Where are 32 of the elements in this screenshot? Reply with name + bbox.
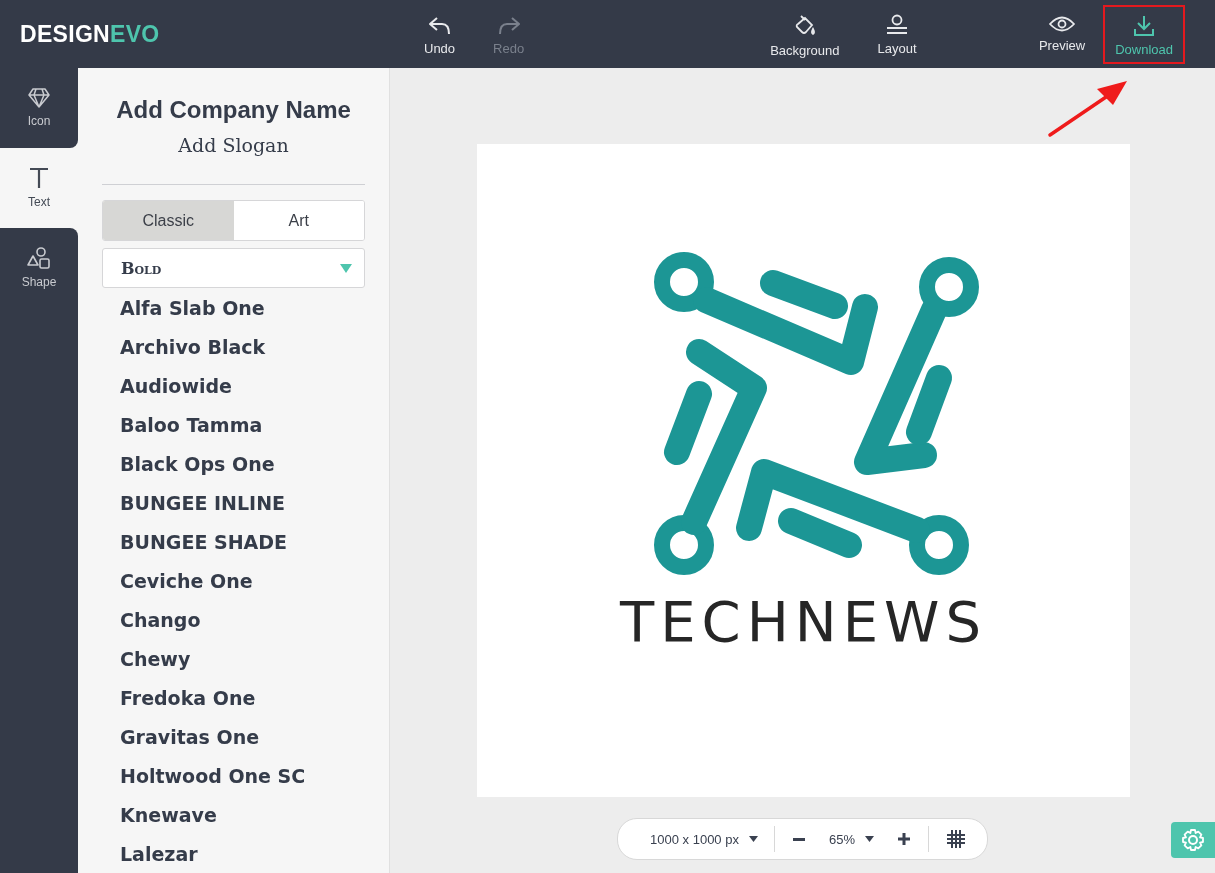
font-option[interactable]: Fredoka One (120, 678, 365, 717)
font-option[interactable]: Audiowide (120, 366, 365, 405)
zoom-dropdown[interactable]: 65% (822, 827, 880, 851)
font-option[interactable]: Lalezar (120, 834, 365, 873)
font-option[interactable]: Knewave (120, 795, 365, 834)
download-button[interactable]: Download (1103, 4, 1185, 64)
font-option[interactable]: Chango (120, 600, 365, 639)
font-option[interactable]: Gravitas One (120, 717, 365, 756)
preview-button[interactable]: Preview (1026, 4, 1098, 60)
font-option[interactable]: Black Ops One (120, 444, 365, 483)
background-button[interactable]: Background (758, 3, 852, 65)
font-style-tab[interactable]: Classic (103, 201, 234, 240)
logo-text: DESIGN (20, 20, 110, 47)
shape-tab[interactable]: Shape (0, 228, 78, 308)
font-option[interactable]: BUNGEE INLINE (120, 483, 365, 522)
font-option[interactable]: Holtwood One SC (120, 756, 365, 795)
font-option[interactable]: Alfa Slab One (120, 288, 365, 327)
font-option[interactable]: Chewy (120, 639, 365, 678)
font-option[interactable]: Baloo Tamma (120, 405, 365, 444)
company-name-button[interactable]: Add Company Name (102, 96, 365, 124)
category-dropdown[interactable]: Bold (102, 248, 365, 288)
font-option[interactable]: BUNGEE SHADE (120, 522, 365, 561)
layout-button[interactable]: Layout (865, 3, 929, 65)
logo-text-accent: EVO (110, 20, 160, 47)
size-dropdown[interactable]: 1000 x 1000 px (644, 827, 764, 851)
category-value: Bold (121, 258, 162, 278)
slogan-button[interactable]: Add Slogan (102, 134, 365, 156)
logo-text: TECHNEWS (620, 594, 987, 650)
font-option[interactable]: Archivo Black (120, 327, 365, 366)
undo-button[interactable]: Undo (412, 5, 468, 63)
font-option[interactable]: Ceviche One (120, 561, 365, 600)
icon-tab[interactable]: Icon (0, 68, 78, 148)
